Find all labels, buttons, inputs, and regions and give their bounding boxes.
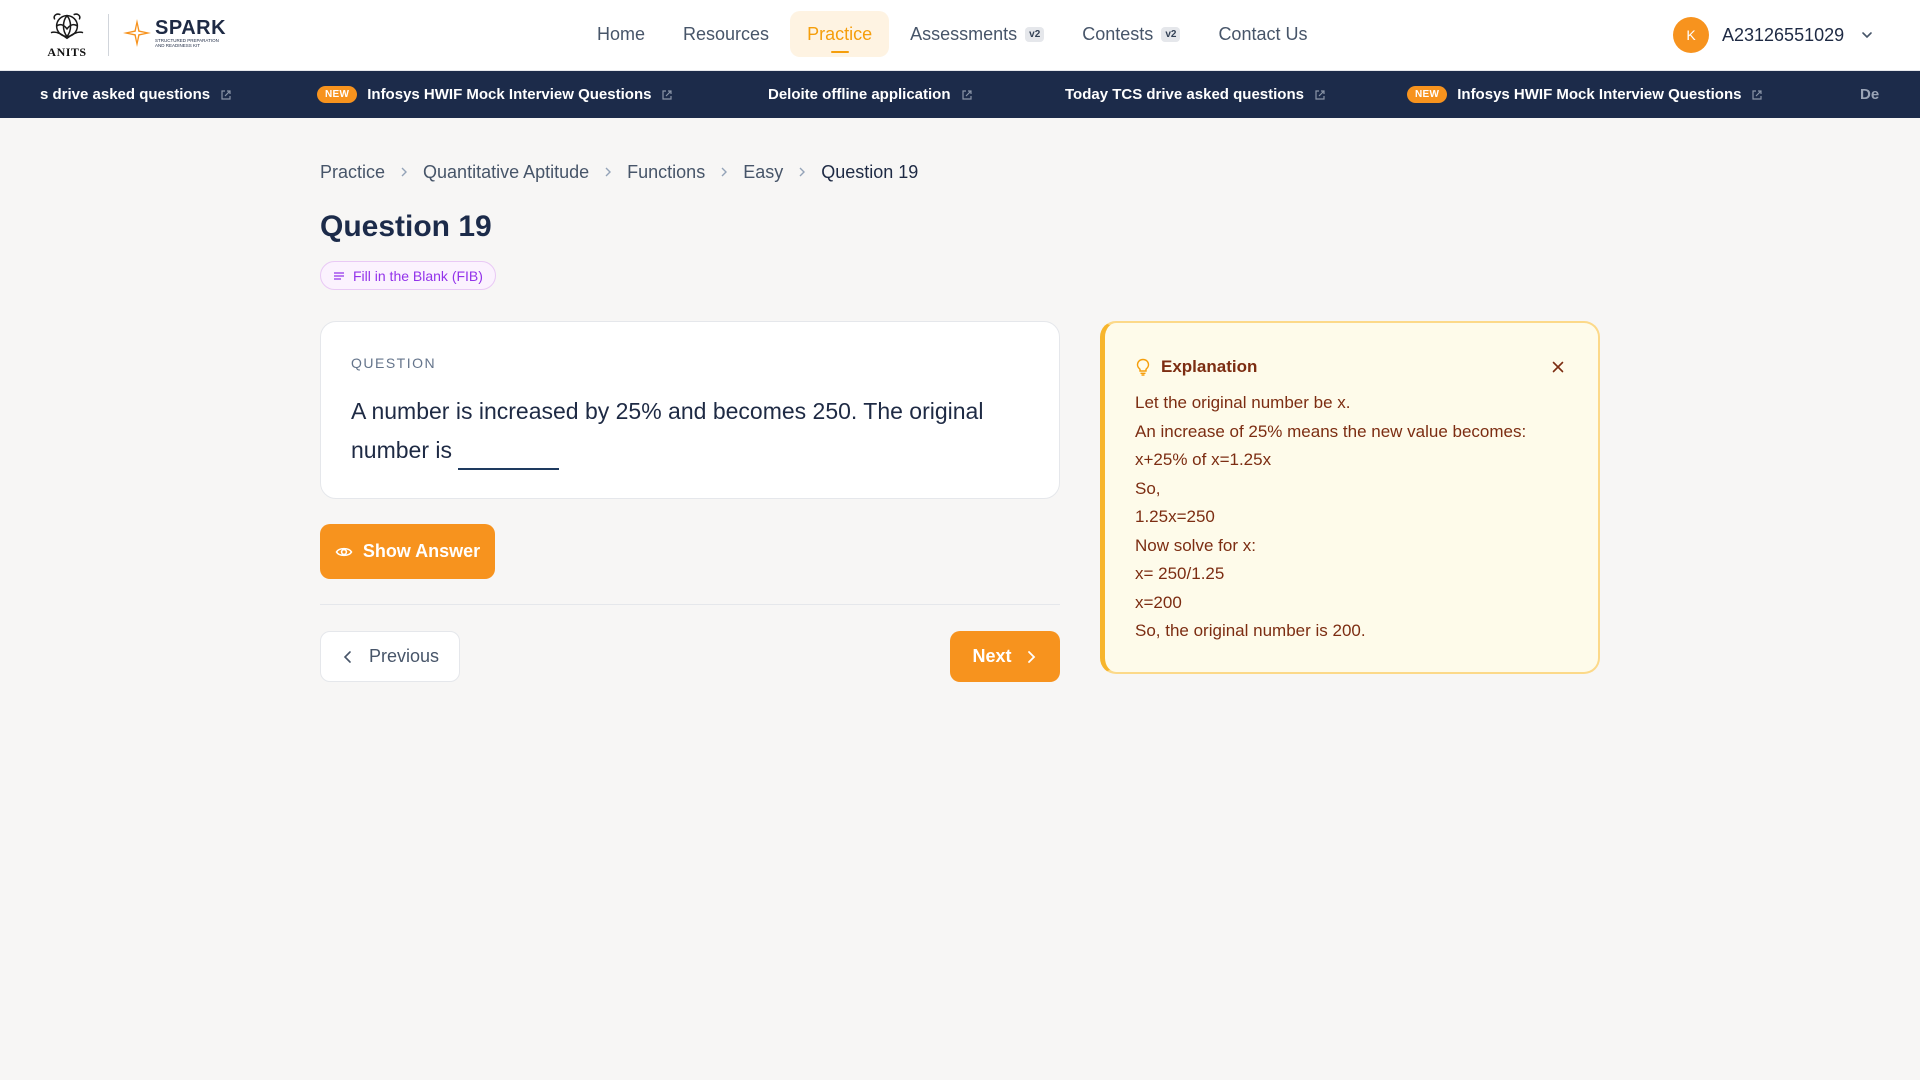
eye-icon (335, 547, 353, 556)
nav-label: Contests (1082, 23, 1154, 44)
ticker-text: Infosys HWIF Mock Interview Questions (1457, 86, 1742, 103)
logo-divider (108, 14, 109, 56)
spark-brand-name: SPARK (155, 17, 227, 39)
explanation-line: x= 250/1.25 (1135, 564, 1225, 583)
external-link-icon (1752, 89, 1763, 100)
nav-resources[interactable]: Resources (666, 11, 786, 57)
chevron-right-icon (721, 167, 728, 177)
ticker-text: De (1860, 86, 1880, 103)
version-badge: v2 (1161, 26, 1181, 42)
explanation-body: Let the original number be x. An increas… (1135, 389, 1575, 646)
chevron-down-icon[interactable] (1860, 28, 1874, 42)
ticker-link[interactable]: s drive asked questions (40, 71, 232, 118)
explanation-line: So, (1135, 478, 1161, 498)
user-id: A23126551029 (1722, 24, 1845, 45)
previous-label: Previous (368, 646, 440, 666)
question-text: A number is increased by 25% and becomes… (351, 398, 984, 463)
lotus-emblem-icon (50, 13, 84, 40)
breadcrumb: Practice Quantitative Aptitude Functions… (320, 160, 918, 184)
ticker-link[interactable]: NEW Infosys HWIF Mock Interview Question… (1407, 71, 1763, 118)
user-menu[interactable]: K A23126551029 (1673, 17, 1874, 53)
breadcrumb-easy[interactable]: Easy (743, 162, 783, 183)
close-icon[interactable] (1551, 360, 1565, 374)
ticker-text: s drive asked questions (40, 86, 211, 103)
previous-button[interactable]: Previous (320, 631, 460, 682)
explanation-header: Explanation (1135, 357, 1257, 377)
top-header: ANITS SPARK STRUCTURED PREPARATION AND R… (0, 0, 1920, 71)
question-label: QUESTION (351, 355, 437, 371)
anits-logo-text: ANITS (47, 45, 87, 59)
explanation-line: 1.25x=250 (1135, 507, 1215, 526)
chevron-right-icon (401, 167, 408, 177)
announcement-ticker: s drive asked questions NEW Infosys HWIF… (0, 71, 1920, 118)
explanation-line: An increase of 25% means the new value b… (1135, 421, 1527, 441)
explanation-panel: Explanation Let the original number be x… (1100, 321, 1600, 674)
spark-logo[interactable]: SPARK STRUCTURED PREPARATION AND READINE… (122, 18, 226, 48)
blank-field[interactable] (457, 442, 559, 470)
external-link-icon (1315, 89, 1325, 100)
section-divider (320, 604, 1060, 605)
ticker-link[interactable]: NEW Infosys HWIF Mock Interview Question… (317, 71, 673, 118)
nav-label: Assessments (910, 23, 1018, 44)
ticker-link[interactable]: De (1860, 71, 1879, 118)
chevron-left-icon (343, 650, 351, 663)
spark-brand-tagline: STRUCTURED PREPARATION AND READINESS KIT (155, 38, 219, 48)
chevron-right-icon (799, 167, 806, 177)
anits-logo[interactable]: ANITS (42, 10, 92, 60)
chevron-right-icon (605, 167, 612, 177)
page-title: Question 19 (320, 210, 492, 243)
ticker-text: Deloite offline application (768, 86, 951, 103)
show-answer-label: Show Answer (362, 541, 481, 561)
explanation-line: Let the original number be x. (1135, 393, 1351, 412)
external-link-icon (662, 89, 673, 100)
question-card: QUESTION A number is increased by 25% an… (320, 321, 1060, 499)
nav-label: Practice (807, 23, 873, 44)
breadcrumb-quantitative-aptitude[interactable]: Quantitative Aptitude (423, 162, 589, 183)
ticker-text: Today TCS drive asked questions (1065, 86, 1304, 103)
nav-contests[interactable]: Contests v2 (1065, 11, 1197, 57)
ticker-link[interactable]: Deloite offline application (768, 71, 973, 118)
nav-home[interactable]: Home (580, 11, 662, 57)
nav-label: Resources (683, 23, 770, 44)
ticker-text: Infosys HWIF Mock Interview Questions (367, 86, 652, 103)
new-badge: NEW (1407, 86, 1448, 103)
explanation-title: Explanation (1161, 357, 1258, 376)
chevron-right-icon (1027, 650, 1035, 663)
nav-label: Contact Us (1218, 23, 1308, 44)
breadcrumb-practice[interactable]: Practice (320, 162, 385, 183)
breadcrumb-current: Question 19 (821, 161, 919, 182)
show-answer-button[interactable]: Show Answer (320, 524, 495, 579)
external-link-icon (221, 89, 231, 100)
new-badge: NEW (317, 86, 358, 103)
next-button[interactable]: Next (950, 631, 1060, 682)
version-badge: v2 (1025, 26, 1045, 42)
question-text-block: A number is increased by 25% and becomes… (351, 392, 991, 470)
nav-contact-us[interactable]: Contact Us (1201, 11, 1324, 57)
nav-assessments[interactable]: Assessments v2 (893, 11, 1061, 57)
explanation-line: So, the original number is 200. (1135, 621, 1366, 640)
breadcrumb-functions[interactable]: Functions (627, 162, 705, 183)
main-nav: Home Resources Practice Assessments v2 Co… (580, 11, 1328, 57)
question-type-label: Fill in the Blank (FIB) (353, 267, 483, 284)
lightbulb-icon (1136, 358, 1150, 376)
spark-star-icon (123, 19, 151, 47)
nav-label: Home (597, 23, 646, 44)
question-type-badge: Fill in the Blank (FIB) (320, 261, 496, 290)
explanation-line: x=200 (1135, 592, 1182, 612)
next-label: Next (972, 646, 1012, 666)
list-icon (334, 271, 344, 280)
external-link-icon (961, 89, 972, 100)
explanation-line: x+25% of x=1.25x (1135, 450, 1272, 469)
nav-practice[interactable]: Practice (790, 11, 890, 57)
ticker-link[interactable]: Today TCS drive asked questions (1065, 71, 1326, 118)
avatar[interactable]: K (1673, 17, 1709, 53)
explanation-line: Now solve for x: (1135, 535, 1256, 555)
